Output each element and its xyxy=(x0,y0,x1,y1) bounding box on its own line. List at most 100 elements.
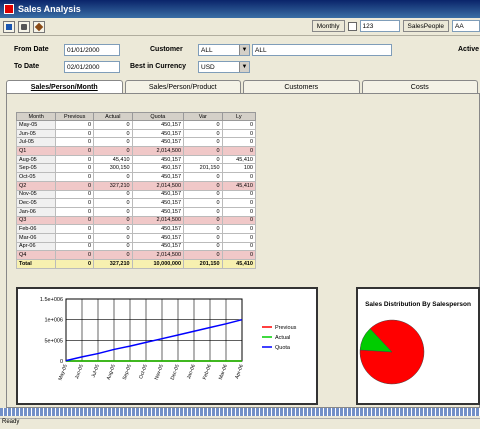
window-title: Sales Analysis xyxy=(18,4,81,14)
table-row[interactable]: Feb-06 0 0 450,157 0 0 xyxy=(15,224,257,234)
y-tick-label: 5e+005 xyxy=(44,338,63,344)
cell-var: 0 xyxy=(183,172,223,182)
salespeople-field[interactable]: AA xyxy=(452,20,480,32)
x-tick-label: Oct-05 xyxy=(138,363,149,379)
cell-quota: 450,157 xyxy=(131,120,185,130)
table-row[interactable]: Dec-05 0 0 450,157 0 0 xyxy=(15,198,257,208)
tab-customers[interactable]: Customers xyxy=(243,80,360,94)
customer-description: ALL xyxy=(252,44,392,56)
cell-ly: 0 xyxy=(221,146,257,156)
x-tick-label: Feb-06 xyxy=(202,363,213,380)
cell-ly: 0 xyxy=(221,250,257,260)
cell-var: 0 xyxy=(183,189,223,200)
from-date-field[interactable]: 01/01/2000 xyxy=(64,44,120,56)
cell-actual: 0 xyxy=(93,120,133,130)
cell-actual: 0 xyxy=(93,250,133,260)
cell-month: Sep-05 xyxy=(15,163,57,174)
tools-icon[interactable] xyxy=(33,20,45,33)
legend-label: Actual xyxy=(275,335,290,341)
x-tick-label: Jan-06 xyxy=(186,363,197,380)
cell-previous: 0 xyxy=(55,137,95,148)
cell-actual: 0 xyxy=(93,232,133,243)
cell-actual: 300,150 xyxy=(93,163,133,174)
table-row[interactable]: Jul-05 0 0 450,157 0 0 xyxy=(15,137,257,148)
cell-previous: 0 xyxy=(55,224,95,234)
cell-quota: 2,014,500 xyxy=(131,250,185,260)
table-row[interactable]: Apr-06 0 0 450,157 0 0 xyxy=(15,241,257,252)
to-date-field[interactable]: 02/01/2000 xyxy=(64,61,120,73)
currency-select[interactable]: USD ▼ xyxy=(198,61,250,73)
table-row[interactable]: Mar-06 0 0 450,157 0 0 xyxy=(15,232,257,243)
cell-quota: 2,014,500 xyxy=(131,215,185,226)
table-row[interactable]: Aug-05 0 45,410 450,157 0 45,410 xyxy=(15,154,257,165)
cell-var: 0 xyxy=(183,180,223,191)
cell-actual: 327,210 xyxy=(93,180,133,191)
cell-quota: 450,157 xyxy=(131,232,185,243)
cell-ly: 0 xyxy=(221,232,257,243)
table-row[interactable]: Q3 0 0 2,014,500 0 0 xyxy=(15,215,257,226)
col-previous-header[interactable]: Previous xyxy=(55,112,95,121)
cell-quota: 450,157 xyxy=(131,137,185,148)
col-ly-header[interactable]: Ly xyxy=(221,112,257,121)
chevron-down-icon[interactable]: ▼ xyxy=(239,62,249,72)
table-row[interactable]: Oct-05 0 0 450,157 0 0 xyxy=(15,172,257,182)
cell-month: Q4 xyxy=(15,250,57,260)
table-row[interactable]: Q4 0 0 2,014,500 0 0 xyxy=(15,250,257,260)
cell-actual: 0 xyxy=(93,215,133,226)
table-row[interactable]: Sep-05 0 300,150 450,157 201,150 100 xyxy=(15,163,257,174)
cell-previous: 0 xyxy=(55,215,95,226)
cell-month: Q2 xyxy=(15,180,57,191)
cell-ly: 45,410 xyxy=(221,154,257,165)
cell-ly: 0 xyxy=(221,137,257,148)
cell-var: 0 xyxy=(183,128,223,139)
col-var-header[interactable]: Var xyxy=(183,112,223,121)
new-icon[interactable] xyxy=(3,20,15,33)
value-field[interactable]: 123 xyxy=(359,20,400,32)
table-row[interactable]: Q1 0 0 2,014,500 0 0 xyxy=(15,146,257,156)
cell-ly: 45,410 xyxy=(221,259,257,269)
table-row[interactable]: Nov-05 0 0 450,157 0 0 xyxy=(15,189,257,200)
customer-select[interactable]: ALL ▼ xyxy=(198,44,250,56)
table-row[interactable]: Q2 0 327,210 2,014,500 0 45,410 xyxy=(15,180,257,191)
cell-month: Jun-05 xyxy=(15,128,57,139)
cell-ly: 0 xyxy=(221,206,257,217)
table-row[interactable]: May-05 0 0 450,157 0 0 xyxy=(15,120,257,130)
cell-month: Mar-06 xyxy=(15,232,57,243)
cell-var: 0 xyxy=(183,146,223,156)
tab-sales-person-month[interactable]: Sales/Person/Month xyxy=(6,80,123,94)
table-row[interactable]: Jan-06 0 0 450,157 0 0 xyxy=(15,206,257,217)
cell-month: Feb-06 xyxy=(15,224,57,234)
x-tick-label: Aug-05 xyxy=(106,363,117,380)
horizontal-scrollbar[interactable] xyxy=(0,408,480,416)
monthly-checkbox[interactable] xyxy=(347,21,357,31)
table-row[interactable]: Jun-05 0 0 450,157 0 0 xyxy=(15,128,257,139)
cell-month: Apr-06 xyxy=(15,241,57,252)
tab-costs[interactable]: Costs xyxy=(361,80,478,94)
cell-ly: 100 xyxy=(221,163,257,174)
salespeople-button[interactable]: SalesPeople xyxy=(402,20,449,32)
table-total-row[interactable]: Total 0 327,210 10,000,000 201,150 45,410 xyxy=(15,259,257,269)
tab-sales-person-product[interactable]: Sales/Person/Product xyxy=(124,80,241,94)
x-tick-label: May-05 xyxy=(58,363,69,381)
cell-month: Total xyxy=(15,259,57,269)
pie-chart-panel: Sales Distribution By Salesperson xyxy=(356,287,480,405)
cell-quota: 2,014,500 xyxy=(131,180,185,191)
col-month-header[interactable]: Month xyxy=(15,112,57,121)
cell-month: Jul-05 xyxy=(15,137,57,148)
chevron-down-icon[interactable]: ▼ xyxy=(239,45,249,55)
cell-var: 0 xyxy=(183,224,223,234)
cell-quota: 450,157 xyxy=(131,189,185,200)
col-actual-header[interactable]: Actual xyxy=(93,112,133,121)
cell-previous: 0 xyxy=(55,206,95,217)
monthly-button[interactable]: Monthly xyxy=(311,20,345,32)
x-tick-label: Jul-05 xyxy=(91,363,101,378)
cell-quota: 450,157 xyxy=(131,163,185,174)
cell-ly: 45,410 xyxy=(221,180,257,191)
best-currency-label: Best in Currency xyxy=(130,63,187,70)
print-icon[interactable] xyxy=(18,20,30,33)
col-quota-header[interactable]: Quota xyxy=(131,112,185,121)
cell-ly: 0 xyxy=(221,241,257,252)
title-bar: Sales Analysis xyxy=(0,0,480,18)
pie-chart xyxy=(359,319,425,385)
cell-ly: 0 xyxy=(221,172,257,182)
